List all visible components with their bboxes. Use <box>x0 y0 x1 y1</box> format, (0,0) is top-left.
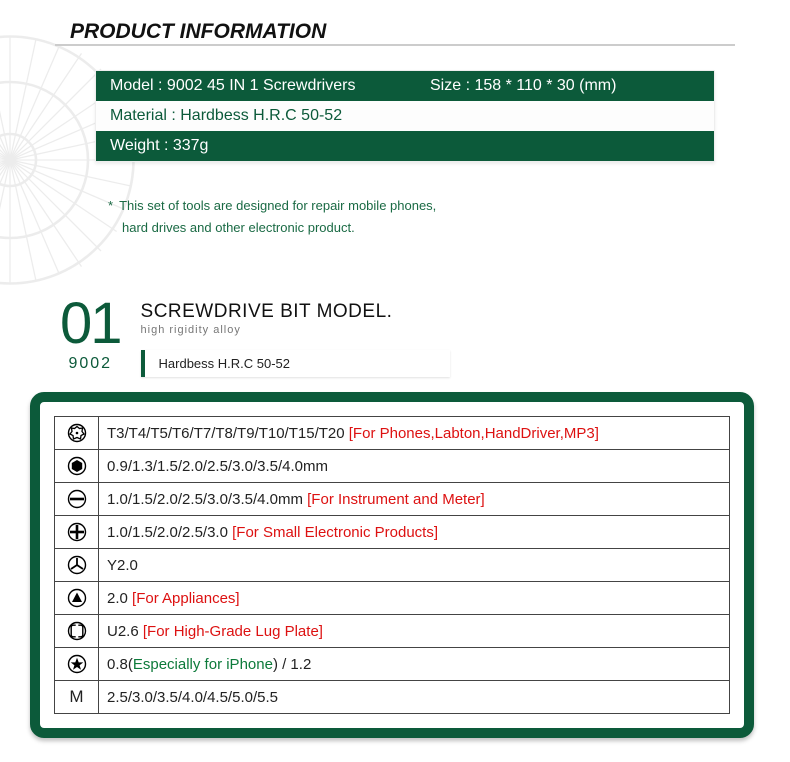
table-row: 0.9/1.3/1.5/2.0/2.5/3.0/3.5/4.0mm <box>55 450 730 483</box>
table-row: T3/T4/T5/T6/T7/T8/T9/T10/T15/T20 [For Ph… <box>55 417 730 450</box>
pentalobe-icon <box>55 648 99 681</box>
section-code: 9002 <box>60 355 121 373</box>
spec-text: 2.0 [For Appliances] <box>99 582 730 615</box>
info-weight: Weight : 337g <box>110 137 208 155</box>
spec-text: 0.8(Especially for iPhone) / 1.2 <box>99 648 730 681</box>
info-material: Material : Hardbess H.R.C 50-52 <box>96 101 714 131</box>
table-row: U2.6 [For High-Grade Lug Plate] <box>55 615 730 648</box>
section-title: SCREWDRIVE BIT MODEL. <box>141 301 451 323</box>
torx-security-icon <box>55 417 99 450</box>
info-row-weight: Weight : 337g <box>96 131 714 161</box>
page-title: PRODUCT INFORMATION <box>70 20 326 44</box>
info-note-line1: This set of tools are designed for repai… <box>119 198 436 213</box>
spec-text: 0.9/1.3/1.5/2.0/2.5/3.0/3.5/4.0mm <box>99 450 730 483</box>
section-number-block: 01 9002 <box>60 295 121 373</box>
spec-text: U2.6 [For High-Grade Lug Plate] <box>99 615 730 648</box>
table-row: 0.8(Especially for iPhone) / 1.2 <box>55 648 730 681</box>
page-header: PRODUCT INFORMATION <box>70 20 326 44</box>
table-row: 1.0/1.5/2.0/2.5/3.0 [For Small Electroni… <box>55 516 730 549</box>
info-model: Model : 9002 45 IN 1 Screwdrivers <box>110 77 380 95</box>
info-size: Size : 158 * 110 * 30 (mm) <box>380 77 700 95</box>
info-row-model-size: Model : 9002 45 IN 1 Screwdrivers Size :… <box>96 71 714 101</box>
spec-text: 2.5/3.0/3.5/4.0/4.5/5.0/5.5 <box>99 681 730 714</box>
product-info-card: Model : 9002 45 IN 1 Screwdrivers Size :… <box>95 70 715 162</box>
asterisk-icon: * <box>108 198 113 213</box>
section-tag: Hardbess H.R.C 50-52 <box>141 350 451 377</box>
triangle-icon <box>55 582 99 615</box>
spec-text: Y2.0 <box>99 549 730 582</box>
hex-icon <box>55 450 99 483</box>
m-letter-icon: M <box>55 681 99 714</box>
table-row: 2.0 [For Appliances] <box>55 582 730 615</box>
table-row: 1.0/1.5/2.0/2.5/3.0/3.5/4.0mm [For Instr… <box>55 483 730 516</box>
info-note-line2: hard drives and other electronic product… <box>108 217 436 239</box>
spec-table: T3/T4/T5/T6/T7/T8/T9/T10/T15/T20 [For Ph… <box>54 416 730 714</box>
spec-text: 1.0/1.5/2.0/2.5/3.0/3.5/4.0mm [For Instr… <box>99 483 730 516</box>
slotted-icon <box>55 483 99 516</box>
table-row: Y2.0 <box>55 549 730 582</box>
section-subtitle: high rigidity alloy <box>141 324 451 336</box>
info-note: * This set of tools are designed for repa… <box>108 195 436 239</box>
spec-frame: T3/T4/T5/T6/T7/T8/T9/T10/T15/T20 [For Ph… <box>30 392 754 738</box>
spec-text: T3/T4/T5/T6/T7/T8/T9/T10/T15/T20 [For Ph… <box>99 417 730 450</box>
header-underline <box>55 44 735 46</box>
section-header: 01 9002 SCREWDRIVE BIT MODEL. high rigid… <box>60 295 450 377</box>
section-texts: SCREWDRIVE BIT MODEL. high rigidity allo… <box>141 301 451 377</box>
tri-point-icon <box>55 549 99 582</box>
phillips-icon <box>55 516 99 549</box>
section-number: 01 <box>60 295 121 353</box>
spanner-icon <box>55 615 99 648</box>
spec-text: 1.0/1.5/2.0/2.5/3.0 [For Small Electroni… <box>99 516 730 549</box>
table-row: M2.5/3.0/3.5/4.0/4.5/5.0/5.5 <box>55 681 730 714</box>
